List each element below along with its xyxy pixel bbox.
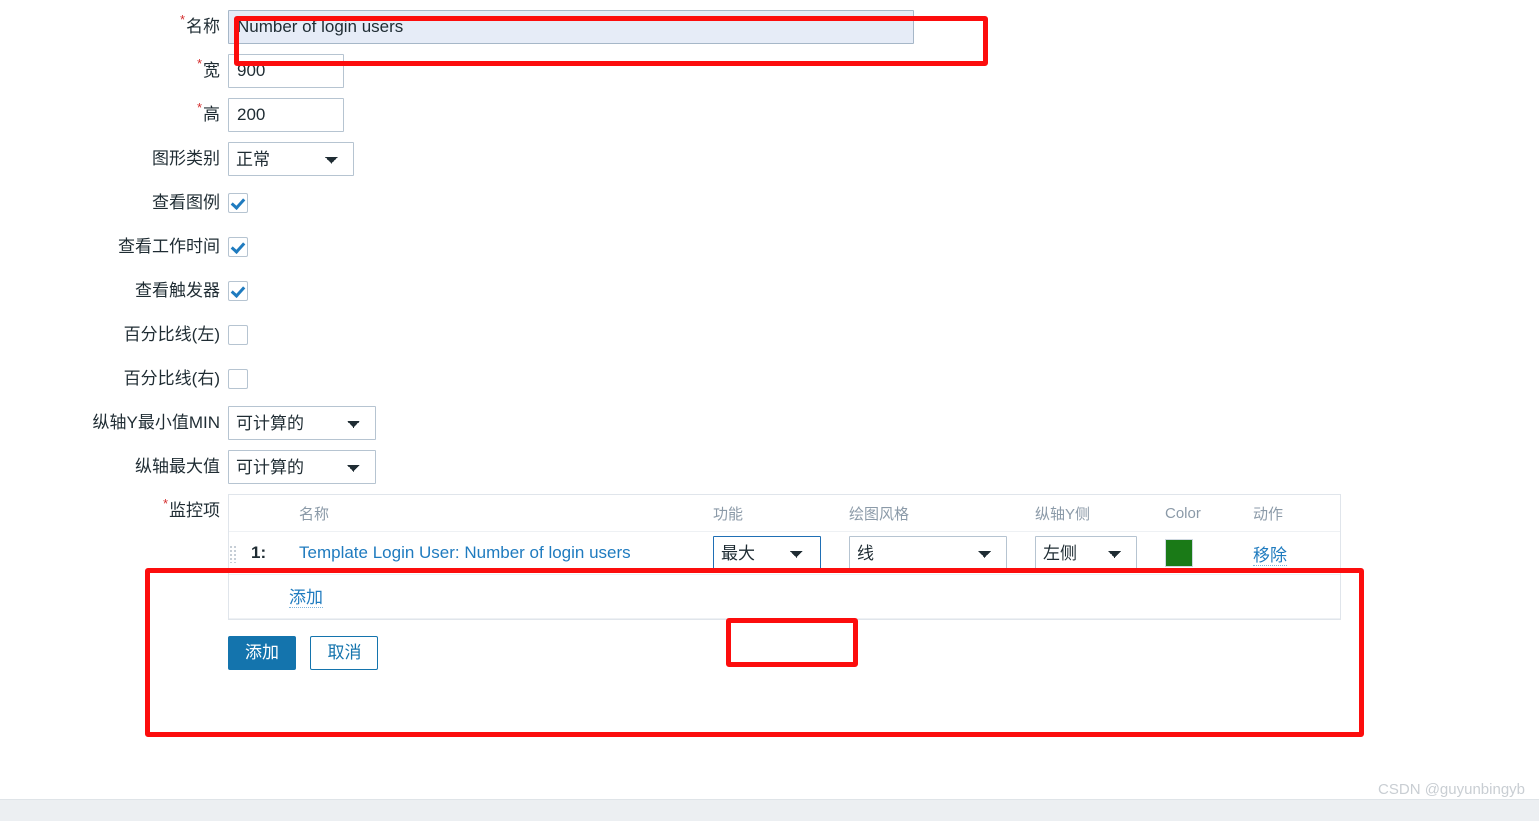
label-items-text: 监控项 xyxy=(169,501,220,520)
drag-handle-icon[interactable] xyxy=(229,544,237,563)
show-triggers-checkbox[interactable] xyxy=(228,281,248,301)
label-name-text: 名称 xyxy=(186,17,220,36)
field-height xyxy=(228,98,1539,132)
row-drag-cell xyxy=(229,531,251,575)
row-function-cell: 全部最小平均最大 xyxy=(713,531,849,575)
items-table-head: 名称 功能 绘图风格 纵轴Y侧 Color 动作 xyxy=(229,495,1340,532)
form-row-show-working-time: 查看工作时间 xyxy=(0,230,1539,264)
watermark: CSDN @guyunbingyb xyxy=(1378,781,1525,798)
form-row-graph-type: 图形类别 正常堆叠饼图分解图 xyxy=(0,142,1539,176)
col-header-draw-style: 绘图风格 xyxy=(849,495,1035,532)
required-marker-height: * xyxy=(196,100,202,115)
label-percentile-left: 百分比线(左) xyxy=(123,325,220,344)
row-name-cell: Template Login User: Number of login use… xyxy=(289,531,713,575)
required-marker-name: * xyxy=(179,12,185,27)
field-show-working-time xyxy=(228,230,1539,262)
form-row-percentile-left: 百分比线(左) xyxy=(0,318,1539,352)
form-row-name: *名称 xyxy=(0,10,1539,44)
items-table-body: 1: Template Login User: Number of login … xyxy=(229,531,1340,619)
col-header-function: 功能 xyxy=(713,495,849,532)
width-input[interactable] xyxy=(228,54,344,88)
form-row-height: *高 xyxy=(0,98,1539,132)
form-row-items: *监控项 名称 功能 绘图风格 纵轴Y侧 Color 动作 1: Templat… xyxy=(0,494,1539,620)
items-table: 名称 功能 绘图风格 纵轴Y侧 Color 动作 1: Template Log… xyxy=(229,495,1340,619)
items-header-row: 名称 功能 绘图风格 纵轴Y侧 Color 动作 xyxy=(229,495,1340,532)
cancel-button[interactable]: 取消 xyxy=(310,636,379,670)
field-items: 名称 功能 绘图风格 纵轴Y侧 Color 动作 1: Template Log… xyxy=(228,494,1539,620)
remove-link[interactable]: 移除 xyxy=(1253,545,1287,566)
function-select[interactable]: 全部最小平均最大 xyxy=(713,536,821,570)
form-row-width: *宽 xyxy=(0,54,1539,88)
label-name: *名称 xyxy=(0,10,228,44)
row-y-side-cell: 左侧右侧 xyxy=(1035,531,1165,575)
color-swatch[interactable] xyxy=(1165,539,1193,567)
form-row-y-min: 纵轴Y最小值MIN 可计算的固定的监控项 xyxy=(0,406,1539,440)
field-buttons: 添加 取消 xyxy=(228,636,1539,670)
show-legend-checkbox[interactable] xyxy=(228,193,248,213)
label-height-text: 高 xyxy=(203,105,220,124)
form-row-buttons: 添加 取消 xyxy=(0,636,1539,670)
label-y-max: 纵轴最大值 xyxy=(135,457,220,476)
y-min-select[interactable]: 可计算的固定的监控项 xyxy=(228,406,376,440)
field-percentile-right xyxy=(228,362,1539,394)
show-working-time-checkbox[interactable] xyxy=(228,237,248,257)
height-input[interactable] xyxy=(228,98,344,132)
row-action-cell: 移除 xyxy=(1253,531,1340,575)
row-color-cell xyxy=(1165,531,1253,575)
field-y-max: 可计算的固定的监控项 xyxy=(228,450,1539,484)
required-marker-width: * xyxy=(196,56,202,71)
col-header-name: 名称 xyxy=(289,495,713,532)
col-header-handle xyxy=(229,495,251,532)
percentile-right-checkbox[interactable] xyxy=(228,369,248,389)
draw-style-select[interactable]: 线填充区域粗线点虚线梯度线 xyxy=(849,536,1007,570)
label-width: *宽 xyxy=(0,54,228,88)
row-index: 1: xyxy=(251,543,267,562)
row-draw-style-cell: 线填充区域粗线点虚线梯度线 xyxy=(849,531,1035,575)
graph-form: *名称 *宽 *高 图形类别 正常堆叠饼图分解图 查看图例 查看工作时间 xyxy=(0,0,1539,670)
label-width-text: 宽 xyxy=(203,61,220,80)
label-show-triggers: 查看触发器 xyxy=(135,281,220,300)
items-table-container: 名称 功能 绘图风格 纵轴Y侧 Color 动作 1: Template Log… xyxy=(228,494,1341,620)
col-header-action: 动作 xyxy=(1253,495,1340,532)
add-item-cell: 添加 xyxy=(289,574,1340,619)
col-header-y-side: 纵轴Y侧 xyxy=(1035,495,1165,532)
label-height: *高 xyxy=(0,98,228,132)
y-side-select[interactable]: 左侧右侧 xyxy=(1035,536,1137,570)
label-show-working-time: 查看工作时间 xyxy=(118,237,220,256)
percentile-left-checkbox[interactable] xyxy=(228,325,248,345)
col-header-num xyxy=(251,495,289,532)
label-show-legend: 查看图例 xyxy=(152,193,220,212)
field-name xyxy=(228,10,1539,44)
field-graph-type: 正常堆叠饼图分解图 xyxy=(228,142,1539,176)
row-index-cell: 1: xyxy=(251,531,289,575)
item-name-link[interactable]: Template Login User: Number of login use… xyxy=(299,543,631,562)
form-row-show-triggers: 查看触发器 xyxy=(0,274,1539,308)
field-y-min: 可计算的固定的监控项 xyxy=(228,406,1539,440)
form-row-percentile-right: 百分比线(右) xyxy=(0,362,1539,396)
name-input[interactable] xyxy=(228,10,914,44)
field-show-legend xyxy=(228,186,1539,218)
label-items: *监控项 xyxy=(0,494,228,528)
graph-type-select[interactable]: 正常堆叠饼图分解图 xyxy=(228,142,354,176)
table-row: 1: Template Login User: Number of login … xyxy=(229,531,1340,575)
col-header-color: Color xyxy=(1165,495,1253,532)
items-add-row: 添加 xyxy=(229,574,1340,619)
required-marker-items: * xyxy=(162,496,168,511)
field-percentile-left xyxy=(228,318,1539,350)
label-y-min: 纵轴Y最小值MIN xyxy=(92,413,221,432)
field-show-triggers xyxy=(228,274,1539,306)
footer-band xyxy=(0,799,1539,821)
add-item-link[interactable]: 添加 xyxy=(289,588,323,608)
label-percentile-right: 百分比线(右) xyxy=(123,369,220,388)
submit-button[interactable]: 添加 xyxy=(228,636,296,670)
form-row-y-max: 纵轴最大值 可计算的固定的监控项 xyxy=(0,450,1539,484)
y-max-select[interactable]: 可计算的固定的监控项 xyxy=(228,450,376,484)
field-width xyxy=(228,54,1539,88)
label-graph-type: 图形类别 xyxy=(152,149,220,168)
form-row-show-legend: 查看图例 xyxy=(0,186,1539,220)
